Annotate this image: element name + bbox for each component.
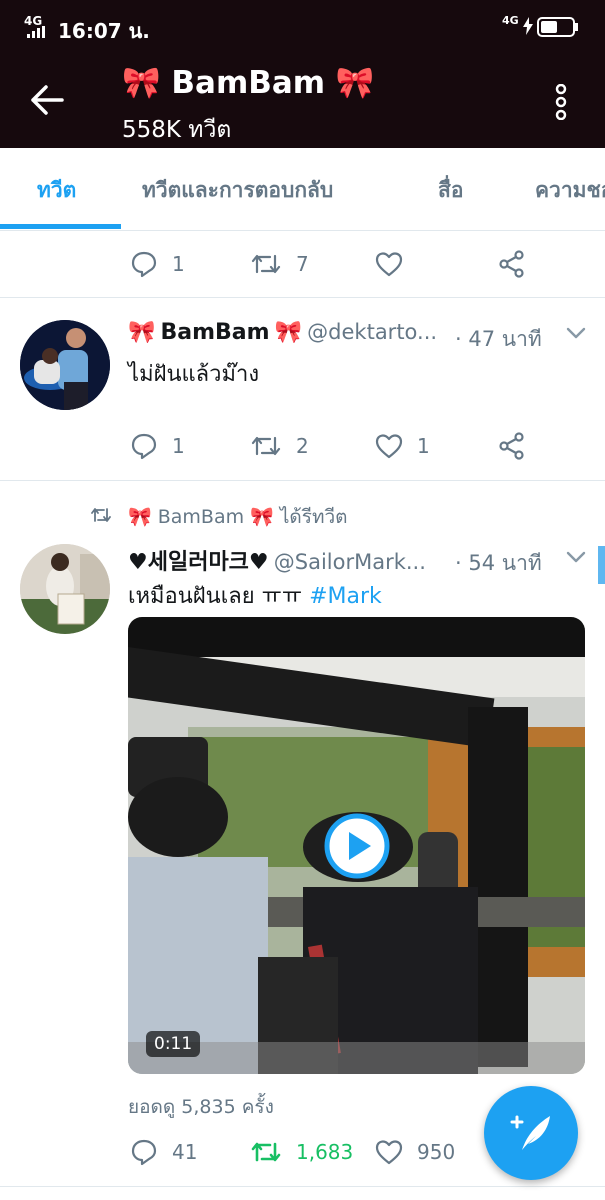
ribbon-icon: 🎀 [250, 506, 274, 528]
reply-button[interactable]: 1 [130, 432, 185, 460]
app-header: 4G 16:07 น. 4G 🎀 BamBam 🎀 558K ทวีต [0, 0, 605, 148]
author-name[interactable]: BamBam [161, 320, 270, 345]
ribbon-icon: 🎀 [128, 320, 156, 345]
tweet-header: 🎀 BamBam 🎀 @dektarto... [128, 320, 437, 345]
tweet-time: · 47 นาที [455, 327, 542, 351]
tab-tweets[interactable]: ทวีต [37, 174, 76, 207]
view-count: ยอดดู 5,835 ครั้ง [128, 1096, 274, 1118]
ribbon-icon: 🎀 [335, 65, 375, 101]
tweet-divider [0, 297, 605, 298]
profile-tabs: ทวีต ทวีตและการตอบกลับ สื่อ ความชอบ [0, 148, 605, 231]
retweet-count: 1,683 [296, 1140, 354, 1164]
heart-icon [375, 1140, 403, 1165]
signal-icon [27, 26, 45, 38]
chevron-down-icon[interactable] [566, 326, 586, 340]
like-count: 950 [417, 1140, 456, 1164]
scroll-indicator[interactable] [598, 546, 605, 584]
tweet-text-body: เหมือนฝันเลย ㅠㅠ [128, 584, 303, 609]
retweet-icon [251, 1142, 281, 1162]
compose-tweet-button[interactable] [484, 1086, 578, 1180]
play-icon[interactable] [324, 813, 390, 879]
reply-button[interactable]: 1 [130, 250, 185, 278]
ribbon-icon: 🎀 [274, 320, 303, 345]
reply-count: 1 [172, 434, 185, 458]
share-icon[interactable] [498, 432, 526, 460]
share-icon[interactable] [498, 250, 526, 278]
status-bar: 4G 16:07 น. 4G [0, 0, 605, 52]
status-time: 16:07 น. [58, 19, 150, 43]
retweet-button[interactable]: 2 [250, 432, 309, 460]
ribbon-icon: 🎀 [122, 65, 161, 101]
retweeted-label: ได้รีทวีต [279, 506, 348, 528]
like-count: 1 [417, 434, 430, 458]
tweet-divider [0, 480, 605, 481]
network-label-right: 4G [502, 14, 519, 27]
avatar[interactable] [20, 320, 110, 410]
back-arrow-icon[interactable] [30, 84, 64, 116]
retweeter-name[interactable]: BamBam [158, 506, 244, 528]
like-button[interactable] [375, 250, 417, 278]
tweet-divider [0, 1186, 605, 1187]
charging-icon [523, 17, 533, 35]
like-button[interactable]: 1 [375, 432, 430, 460]
tweet-count: 558K ทวีต [122, 117, 232, 143]
reply-icon [131, 433, 157, 460]
tab-likes[interactable]: ความชอบ [535, 174, 605, 207]
retweet-button[interactable]: 1,683 [250, 1138, 353, 1166]
like-button[interactable]: 950 [375, 1138, 455, 1166]
video-player[interactable]: 0:11 [128, 617, 585, 1074]
video-duration: 0:11 [146, 1031, 201, 1057]
heart-icon [375, 434, 403, 459]
author-name[interactable]: ♥세일러마크♥ [128, 550, 269, 575]
profile-title: 🎀 BamBam 🎀 [122, 64, 375, 101]
retweet-count: 2 [296, 434, 309, 458]
tweet-text: เหมือนฝันเลย ㅠㅠ #Mark [128, 578, 382, 613]
tweet-header: ♥세일러마크♥ @SailorMark... [128, 544, 426, 576]
avatar-image [20, 320, 110, 410]
compose-feather-icon [510, 1115, 550, 1150]
battery-icon [537, 17, 578, 37]
retweet-button[interactable]: 7 [250, 250, 309, 278]
author-handle[interactable]: @SailorMark... [274, 550, 426, 574]
retweet-icon [251, 436, 281, 456]
retweet-icon [251, 254, 281, 274]
tweet-time: · 54 นาที [455, 551, 542, 575]
retweet-count: 7 [296, 252, 309, 276]
avatar[interactable] [20, 544, 110, 634]
avatar-image [20, 544, 110, 634]
reply-icon [131, 1139, 157, 1166]
more-options-icon[interactable] [552, 84, 570, 120]
hashtag-link[interactable]: #Mark [309, 584, 382, 609]
retweet-context: 🎀 BamBam 🎀 ได้รีทวีต [128, 502, 348, 532]
tab-media[interactable]: สื่อ [438, 174, 463, 207]
reply-count: 1 [172, 252, 185, 276]
profile-name: BamBam [171, 65, 326, 101]
reply-icon [131, 251, 157, 278]
reply-button[interactable]: 41 [130, 1138, 197, 1166]
heart-icon [375, 252, 403, 277]
tweet-text: ไม่ฝันแล้วม๊าง [128, 362, 260, 387]
author-handle[interactable]: @dektarto... [307, 320, 437, 344]
active-tab-indicator [0, 224, 121, 229]
retweeted-icon [91, 508, 111, 522]
reply-count: 41 [172, 1140, 198, 1164]
tab-tweets-replies[interactable]: ทวีตและการตอบกลับ [142, 174, 333, 207]
ribbon-icon: 🎀 [128, 506, 152, 528]
chevron-down-icon[interactable] [566, 550, 586, 564]
